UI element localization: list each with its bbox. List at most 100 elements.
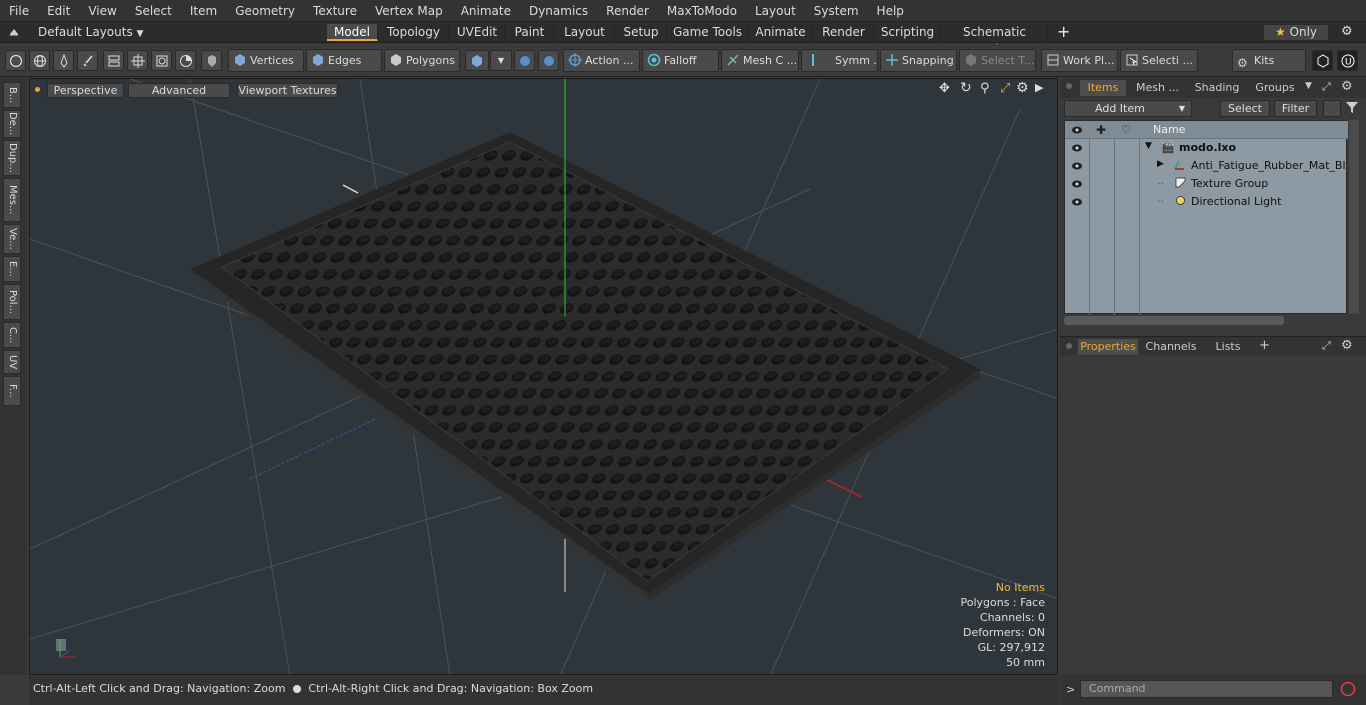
filter-button[interactable]: Filter [1274, 100, 1317, 117]
tab-model[interactable]: Model [327, 24, 378, 41]
snapping-button[interactable]: Snapping [880, 49, 957, 72]
panel-menu-dot[interactable] [1066, 83, 1072, 89]
select-through-button[interactable]: Select T... [959, 49, 1036, 72]
perspective-button[interactable]: Perspective [47, 83, 124, 98]
select-button[interactable]: Select [1220, 100, 1270, 117]
item-row-mesh[interactable]: ▶ Anti_Fatigue_Rubber_Mat_Bl ... [1065, 157, 1360, 175]
sphere-icon[interactable] [175, 50, 196, 71]
mesh-constraint-button[interactable]: Mesh C ... [721, 49, 799, 72]
work-plane-button[interactable]: Work Pl... [1041, 49, 1118, 72]
move-view-icon[interactable]: ✥ [939, 81, 950, 96]
chevron-down-icon[interactable]: ▼ [490, 50, 512, 71]
add-tab-icon[interactable]: + [1259, 338, 1270, 353]
eye-icon[interactable] [1071, 160, 1083, 172]
only-button[interactable]: ★ Only [1263, 24, 1329, 41]
tab-topology[interactable]: Topology [379, 24, 449, 41]
properties-menu-dot[interactable] [1066, 343, 1072, 349]
tab-shading[interactable]: Shading [1189, 80, 1245, 96]
3d-viewport[interactable]: Perspective Advanced Viewport Textures ✥… [29, 78, 1058, 675]
menu-maxtomodo[interactable]: MaxToModo [658, 4, 746, 18]
add-tab-icon[interactable]: + [1057, 22, 1070, 41]
left-tab-edge[interactable]: E... [3, 256, 21, 282]
selection-sets-button[interactable]: Selecti ... [1120, 49, 1198, 72]
left-tab-fusion[interactable]: F... [3, 376, 21, 406]
select-circle-icon[interactable] [5, 50, 26, 71]
tab-game-tools[interactable]: Game Tools [668, 24, 748, 41]
expand-arrow-icon[interactable]: ▶ [1035, 81, 1043, 94]
menu-vertex-map[interactable]: Vertex Map [366, 4, 452, 18]
layout-toggle-icon[interactable] [8, 25, 20, 40]
panel-gear-icon[interactable]: ⚙ [1341, 79, 1353, 94]
viewport-textures-button[interactable]: Viewport Textures [237, 83, 338, 98]
viewport-menu-dot[interactable] [35, 87, 40, 92]
viewport-gear-icon[interactable]: ⚙ [1016, 80, 1029, 96]
boundary-icon[interactable] [151, 50, 172, 71]
menu-texture[interactable]: Texture [304, 4, 366, 18]
menu-layout[interactable]: Layout [746, 4, 805, 18]
tab-channels[interactable]: Channels [1144, 339, 1198, 355]
left-tab-duplicate[interactable]: Dup... [3, 140, 21, 176]
tab-groups[interactable]: Groups [1249, 80, 1301, 96]
left-tab-vertex[interactable]: Ve... [3, 224, 21, 254]
menu-view[interactable]: View [79, 4, 125, 18]
symmetry-x-icon[interactable] [514, 50, 535, 71]
expand-triangle-icon[interactable]: ▼ [1145, 141, 1152, 151]
menu-render[interactable]: Render [597, 4, 658, 18]
expand-panel-icon[interactable]: ⤢ [1322, 80, 1331, 94]
symmetry-y-icon[interactable] [538, 50, 559, 71]
tab-render[interactable]: Render [814, 24, 874, 41]
tab-items[interactable]: Items [1080, 80, 1126, 96]
horizontal-scroll-thumb[interactable] [1064, 316, 1284, 325]
menu-animate[interactable]: Animate [452, 4, 520, 18]
maximize-view-icon[interactable]: ⤢ [1000, 81, 1010, 96]
unreal-icon[interactable]: U [1337, 50, 1358, 71]
vertical-scrollbar[interactable] [1349, 120, 1359, 314]
gear-icon[interactable]: ⚙ [1341, 24, 1353, 39]
symmetry-button[interactable]: Symm ... [801, 49, 878, 72]
tab-mesh[interactable]: Mesh ... [1130, 80, 1185, 96]
polygons-button[interactable]: Polygons [384, 49, 460, 72]
kits-button[interactable]: ⚙ Kits [1232, 49, 1306, 72]
menu-file[interactable]: File [0, 4, 38, 18]
left-tab-curve[interactable]: C... [3, 322, 21, 348]
tab-scripting[interactable]: Scripting [875, 24, 941, 41]
edges-button[interactable]: Edges [306, 49, 382, 72]
item-row-scene[interactable]: ▼ 🎬 modo.lxo [1065, 139, 1348, 157]
left-tab-uv[interactable]: UV [3, 350, 21, 374]
eye-icon[interactable] [1071, 142, 1083, 154]
rotate-view-icon[interactable]: ↻ [960, 80, 972, 96]
vertices-button[interactable]: Vertices [228, 49, 304, 72]
menu-dynamics[interactable]: Dynamics [520, 4, 597, 18]
left-tab-deform[interactable]: De... [3, 110, 21, 138]
tabs-chevron-down-icon[interactable]: ▼ [1305, 81, 1312, 91]
item-row-texture-group[interactable]: ·· Texture Group [1065, 175, 1348, 193]
tab-paint[interactable]: Paint [506, 24, 554, 41]
action-center-button[interactable]: Action ... [563, 49, 640, 72]
tab-properties[interactable]: Properties [1078, 339, 1138, 355]
menu-item[interactable]: Item [181, 4, 226, 18]
tab-animate[interactable]: Animate [749, 24, 813, 41]
layouts-dropdown[interactable]: Default Layouts ▼ [38, 25, 143, 39]
collapse-icon[interactable] [1323, 100, 1341, 117]
tab-setup[interactable]: Setup [616, 24, 667, 41]
align-icon[interactable] [103, 50, 124, 71]
command-input[interactable]: Command [1080, 680, 1333, 698]
tab-lists[interactable]: Lists [1206, 339, 1250, 355]
eye-icon[interactable] [1071, 178, 1083, 190]
left-tab-basic[interactable]: B... [3, 82, 21, 108]
expand-triangle-icon[interactable]: ▶ [1157, 159, 1164, 169]
menu-system[interactable]: System [805, 4, 868, 18]
left-tab-mesh-edit[interactable]: Mes... [3, 178, 21, 222]
tab-uvedit[interactable]: UVEdit [450, 24, 505, 41]
properties-gear-icon[interactable]: ⚙ [1341, 338, 1353, 353]
center-icon[interactable] [127, 50, 148, 71]
pen-icon[interactable] [53, 50, 74, 71]
menu-edit[interactable]: Edit [38, 4, 79, 18]
tab-schematic-fusion[interactable]: Schematic Fusion [942, 24, 1048, 56]
menu-geometry[interactable]: Geometry [226, 4, 304, 18]
unity-icon[interactable] [1312, 50, 1333, 71]
properties-expand-icon[interactable]: ⤢ [1322, 339, 1331, 353]
menu-help[interactable]: Help [868, 4, 913, 18]
item-row-directional-light[interactable]: ·· Directional Light [1065, 193, 1348, 211]
record-macro-icon[interactable] [1340, 681, 1356, 700]
